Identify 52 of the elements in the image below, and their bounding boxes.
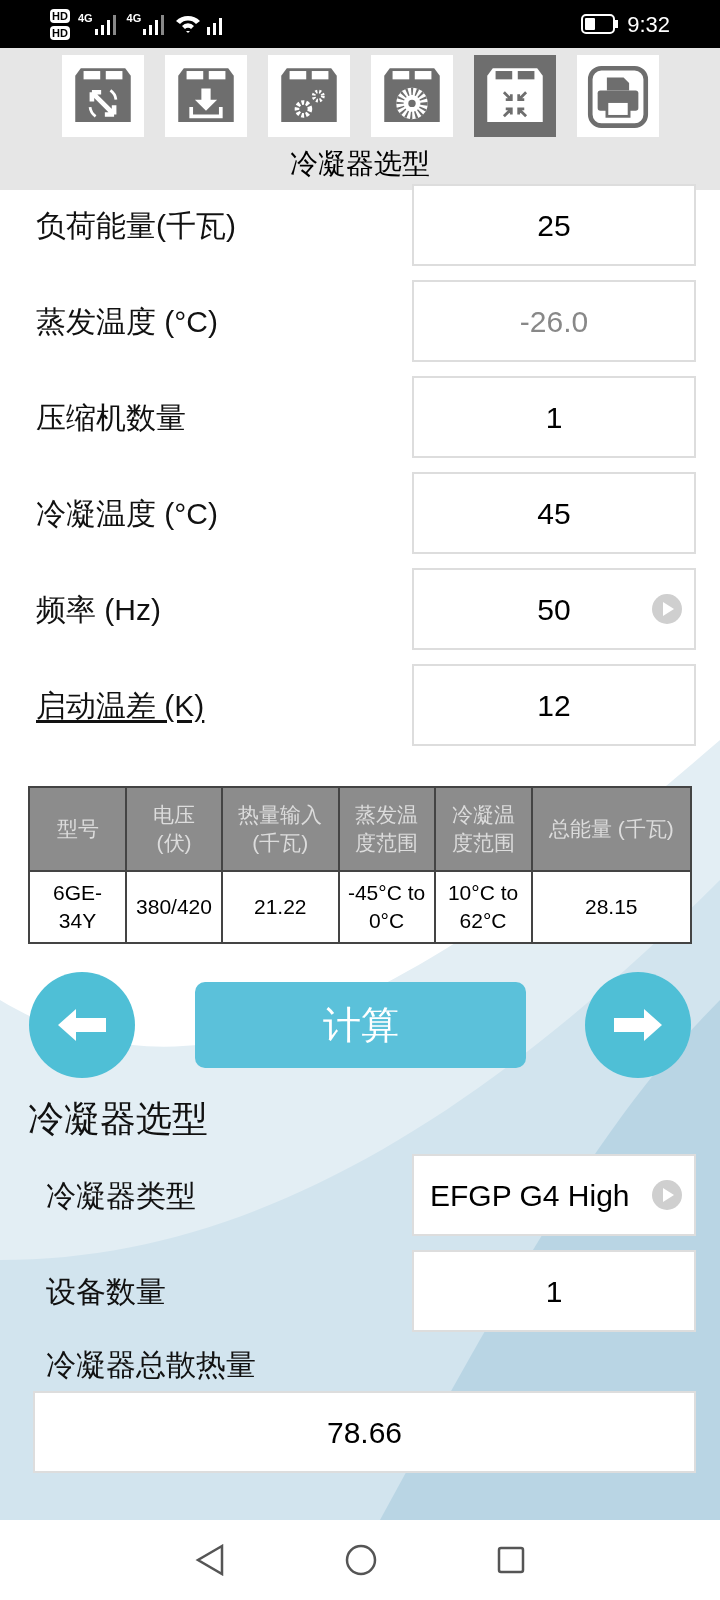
field-label: 冷凝温度 (°C) (36, 496, 218, 530)
table-cell: 6GE-34Y (30, 872, 125, 942)
table-header: 总能量 (千瓦) (532, 788, 690, 870)
table-cell: 21.22 (223, 872, 338, 942)
input-field[interactable]: 25 (412, 184, 696, 266)
toolbar-button[interactable] (164, 55, 247, 137)
table-header: 电压 (伏) (127, 788, 222, 870)
right-arrow-icon (612, 1007, 664, 1043)
field-label: 设备数量 (45, 1273, 167, 1310)
field-label: 压缩机数量 (36, 400, 186, 434)
dropdown-field[interactable]: EFGP G4 High (412, 1154, 696, 1236)
battery-icon (581, 14, 620, 34)
dropdown-field[interactable]: 50 (412, 568, 696, 650)
toolbar-button[interactable] (473, 55, 556, 137)
table-cell: 10°C to 62°C (435, 872, 531, 942)
input-field[interactable]: 45 (412, 472, 696, 554)
signal-icon (92, 13, 119, 35)
table-header: 蒸发温度范围 (339, 788, 434, 870)
input-field[interactable]: 1 (412, 1250, 696, 1332)
sim-badge: HD (50, 8, 70, 23)
table-cell: 28.15 (532, 872, 690, 942)
field-label: 蒸发温度 (°C) (36, 304, 218, 338)
network-type: 4G (77, 11, 93, 26)
input-field[interactable]: 12 (412, 664, 696, 746)
field-label-link[interactable]: 启动温差 (K) (36, 688, 205, 722)
table-header: 冷凝温度范围 (435, 788, 531, 870)
field-label: 频率 (Hz) (36, 592, 161, 626)
toolbar-button[interactable] (267, 55, 350, 137)
field-label: 冷凝器类型 (45, 1177, 197, 1214)
section-title: 冷凝器选型 (28, 1097, 209, 1141)
output-field: 78.66 (33, 1391, 696, 1473)
table-cell: 380/420 (127, 872, 221, 942)
table-header: 型号 (30, 788, 125, 870)
play-icon (652, 1180, 682, 1210)
back-icon[interactable] (195, 1544, 225, 1576)
field-label: 冷凝器总散热量 (46, 1347, 257, 1383)
recents-icon[interactable] (497, 1546, 525, 1574)
wifi-icon (175, 14, 202, 34)
toolbar-button[interactable] (61, 55, 144, 137)
play-icon (652, 594, 682, 624)
table-cell: -45°C to 0°C (339, 872, 434, 942)
field-label: 负荷能量(千瓦) (36, 208, 236, 242)
network-type: 4G (126, 11, 142, 26)
left-arrow-icon (56, 1007, 108, 1043)
clock-time: 9:32 (627, 10, 670, 39)
table-header: 热量输入 (千瓦) (223, 788, 338, 870)
toolbar-button[interactable] (576, 55, 659, 137)
home-icon[interactable] (345, 1544, 377, 1576)
toolbar-button[interactable] (370, 55, 453, 137)
input-field[interactable]: 1 (412, 376, 696, 458)
page-title: 冷凝器选型 (290, 147, 430, 181)
sim-badge: HD (50, 25, 70, 40)
